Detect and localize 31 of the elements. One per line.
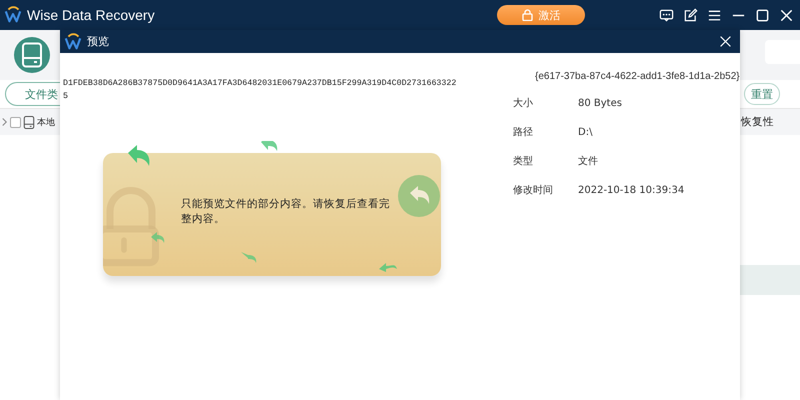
property-value: D:\	[578, 126, 592, 140]
close-icon[interactable]	[779, 8, 794, 22]
property-value: 文件	[578, 155, 598, 169]
notice-text: 只能预览文件的部分内容。请恢复后查看完整内容。	[181, 196, 391, 226]
caret-right-icon[interactable]	[1, 117, 8, 127]
checkbox[interactable]	[10, 116, 21, 128]
logo-icon	[4, 6, 22, 24]
app-title: Wise Data Recovery	[27, 7, 155, 23]
property-label: 类型	[513, 155, 534, 169]
dialog-title: 预览	[87, 34, 109, 49]
property-label: 路径	[513, 126, 534, 140]
column-header: 恢复性	[741, 115, 774, 129]
drive-icon	[23, 114, 35, 130]
lock-icon	[522, 9, 532, 21]
chat-icon[interactable]	[659, 8, 674, 22]
file-content: D1FDEB38D6A286B37875D0D9641A3A17FA3D6482031E0679A237DB15F299A319D4C0D27316633225	[63, 78, 458, 103]
close-icon[interactable]	[719, 35, 732, 48]
property-label: 大小	[513, 97, 534, 111]
reset-button[interactable]: 重置	[744, 83, 780, 105]
property-value: 2022-10-18 10:39:34	[578, 184, 684, 198]
property-value: 80 Bytes	[578, 97, 622, 111]
file-guid: {e617-37ba-87c4-4622-add1-3fe8-1d1a-2b52}	[535, 71, 740, 82]
menu-icon[interactable]	[707, 8, 722, 22]
maximize-icon[interactable]	[755, 8, 770, 22]
property-label: 修改时间	[513, 184, 554, 198]
edit-icon[interactable]	[683, 8, 698, 22]
logo-icon	[64, 32, 82, 50]
disk-icon[interactable]	[14, 37, 50, 73]
undo-icon	[397, 174, 441, 218]
filter-button[interactable]: 文件类	[5, 82, 60, 106]
tree-item[interactable]: 本地	[37, 116, 55, 128]
